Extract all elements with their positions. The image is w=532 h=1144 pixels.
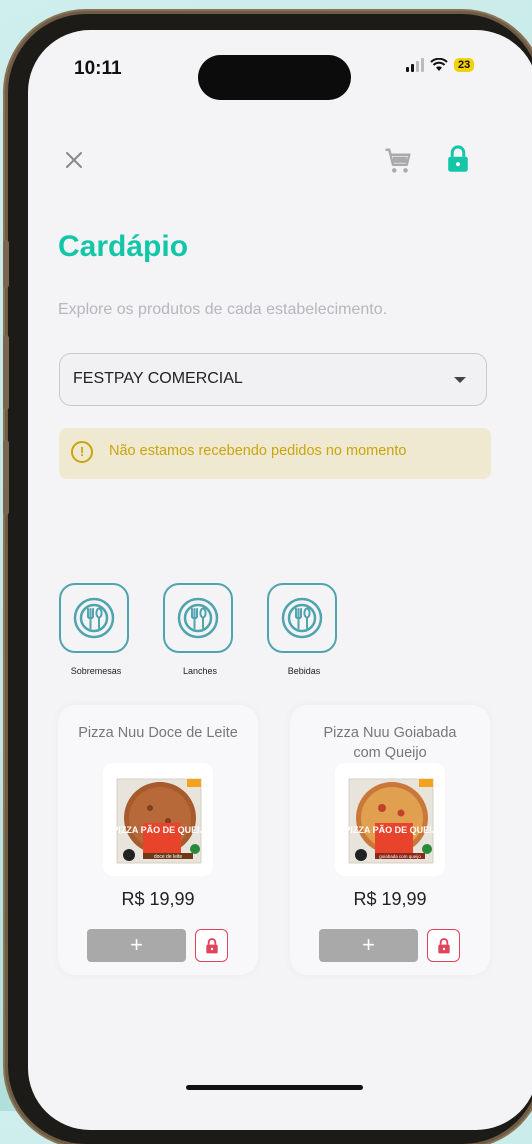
- dynamic-island: [198, 55, 351, 100]
- status-time: 10:11: [74, 58, 122, 79]
- category-item-bebidas[interactable]: Bebidas: [267, 583, 341, 676]
- establishment-select[interactable]: FESTPAY COMERCIAL: [59, 353, 487, 406]
- warning-banner: ! Não estamos recebendo pedidos no momen…: [59, 428, 491, 479]
- volume-down-button: [3, 335, 9, 410]
- product-price: R$ 19,99: [121, 889, 195, 909]
- close-button[interactable]: [62, 148, 86, 172]
- lock-icon: [205, 937, 218, 953]
- category-label: Bebidas: [287, 666, 321, 676]
- utensils-icon: [281, 597, 323, 639]
- product-lock-button[interactable]: [427, 929, 460, 962]
- category-label: Lanches: [182, 666, 218, 676]
- battery-icon: 23: [454, 58, 475, 72]
- category-item-lanches[interactable]: Lanches: [163, 583, 237, 676]
- home-indicator[interactable]: [186, 1085, 363, 1090]
- status-icons: 23: [406, 58, 475, 72]
- app-screen: 10:11 23 Cardápio Explore os produtos de…: [28, 30, 532, 1130]
- warning-text: Não estamos recebendo pedidos no momento: [109, 443, 407, 459]
- side-button: [3, 440, 9, 515]
- package-label: PIZZA PÃO DE QUEIJO: [344, 825, 443, 835]
- lock-icon: [448, 145, 468, 172]
- volume-up-button: [3, 240, 9, 288]
- package-variant: doce de leite: [154, 854, 183, 860]
- product-name: Pizza Nuu Doce de Leite: [78, 725, 238, 741]
- page-title: Cardápio: [58, 230, 189, 263]
- pizza-package-image: PIZZA PÃO DE QUEIJO doce de leite: [112, 778, 212, 864]
- category-icon-box: [267, 583, 337, 653]
- category-icon-box: [59, 583, 129, 653]
- establishment-select-value: FESTPAY COMERCIAL: [73, 370, 243, 387]
- close-icon: [66, 152, 82, 168]
- category-label: Sobremesas: [70, 666, 122, 676]
- product-card[interactable]: Pizza Nuu Doce de Leite PIZZA PÃO DE QUE…: [58, 705, 258, 975]
- package-variant: goiabada com queijo: [379, 854, 421, 859]
- product-image: PIZZA PÃO DE QUEIJO doce de leite: [103, 763, 213, 876]
- lock-icon: [437, 937, 450, 953]
- add-to-cart-button[interactable]: +: [319, 929, 418, 962]
- pizza-package-image: PIZZA PÃO DE QUEIJO goiabada com queijo: [344, 778, 444, 864]
- category-item-sobremesas[interactable]: Sobremesas: [59, 583, 133, 676]
- warning-icon: !: [71, 441, 93, 463]
- product-lock-button[interactable]: [195, 929, 228, 962]
- product-image: PIZZA PÃO DE QUEIJO goiabada com queijo: [335, 763, 445, 876]
- wifi-icon: [430, 58, 448, 71]
- category-list: Sobremesas Lanches Bebidas: [59, 583, 341, 676]
- product-name: Pizza Nuu Goiabada com Queijo: [323, 725, 457, 761]
- caret-down-icon: [454, 377, 466, 383]
- signal-icon: [406, 58, 424, 72]
- category-icon-box: [163, 583, 233, 653]
- cart-icon: [385, 148, 411, 173]
- page-subtitle: Explore os produtos de cada estabelecime…: [58, 301, 388, 318]
- product-price: R$ 19,99: [353, 889, 427, 909]
- utensils-icon: [177, 597, 219, 639]
- product-card[interactable]: Pizza Nuu Goiabada com Queijo PIZZA PÃO …: [290, 705, 490, 975]
- utensils-icon: [73, 597, 115, 639]
- add-to-cart-button[interactable]: +: [87, 929, 186, 962]
- cart-button[interactable]: [383, 146, 413, 181]
- package-label: PIZZA PÃO DE QUEIJO: [112, 825, 211, 835]
- lock-button[interactable]: [444, 144, 472, 179]
